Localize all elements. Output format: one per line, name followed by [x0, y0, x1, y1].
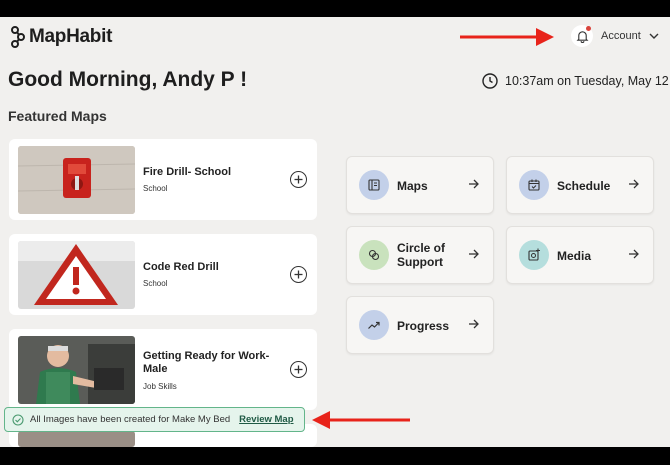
plus-icon: [294, 365, 303, 374]
account-menu-button[interactable]: Account: [601, 30, 659, 42]
current-datetime: 10:37am on Tuesday, May 12: [482, 73, 669, 89]
maps-tile[interactable]: Maps: [346, 156, 494, 214]
check-circle-icon: [12, 413, 24, 426]
card-category: Job Skills: [143, 382, 177, 391]
arrow-right-icon: [629, 179, 639, 189]
tile-label: Circle of Support: [397, 241, 446, 269]
arrow-right-icon: [469, 319, 479, 329]
toast-message: All Images have been created for Make My…: [30, 414, 231, 425]
media-tile[interactable]: Media: [506, 226, 654, 284]
schedule-tile[interactable]: Schedule: [506, 156, 654, 214]
annotation-arrow-bell: [460, 28, 554, 46]
annotation-arrow-toast: [312, 411, 410, 429]
featured-map-card[interactable]: Getting Ready for Work-Male Job Skills: [9, 329, 317, 410]
add-map-button[interactable]: [290, 171, 307, 188]
card-thumbnail: [18, 431, 135, 447]
add-map-button[interactable]: [290, 361, 307, 378]
maphabit-logo-icon: [11, 26, 25, 48]
arrow-right-icon: [629, 249, 639, 259]
card-title: Fire Drill- School: [143, 166, 232, 178]
progress-tile[interactable]: Progress: [346, 296, 494, 354]
people-icon: [359, 240, 389, 270]
plus-icon: [294, 270, 303, 279]
greeting-heading: Good Morning, Andy P !: [8, 68, 248, 91]
notification-badge: [586, 26, 591, 31]
featured-map-card[interactable]: Code Red Drill School: [9, 234, 317, 315]
datetime-text: 10:37am on Tuesday, May 12: [505, 74, 669, 88]
account-label: Account: [601, 30, 641, 42]
tile-label: Schedule: [557, 179, 611, 193]
fire-alarm-thumbnail: [18, 146, 135, 214]
trend-up-icon: [359, 310, 389, 340]
card-title: Code Red Drill: [143, 261, 219, 273]
plus-icon: [294, 175, 303, 184]
card-title: Getting Ready for Work-Male: [143, 350, 270, 375]
tile-label: Media: [557, 249, 592, 263]
arrow-right-icon: [469, 179, 479, 189]
card-category: School: [143, 279, 168, 288]
warning-sign-thumbnail: [18, 241, 135, 309]
book-icon: [359, 170, 389, 200]
chevron-down-icon: [649, 33, 659, 39]
maphabit-logo[interactable]: MapHabit: [10, 26, 112, 48]
card-category: School: [143, 184, 168, 193]
review-map-link[interactable]: Review Map: [239, 414, 293, 425]
arrow-right-icon: [469, 249, 479, 259]
notification-bell-button[interactable]: [571, 25, 593, 47]
circle-of-support-tile[interactable]: Circle of Support: [346, 226, 494, 284]
tile-label: Progress: [397, 319, 450, 333]
calendar-icon: [519, 170, 549, 200]
clock-icon: [482, 73, 498, 89]
tile-label: Maps: [397, 179, 428, 193]
bell-icon: [576, 30, 588, 43]
top-letterbox-bar: [0, 0, 670, 17]
worker-photo-thumbnail: [18, 336, 135, 404]
logo-text: MapHabit: [29, 26, 113, 47]
success-toast: All Images have been created for Make My…: [4, 407, 305, 432]
image-add-icon: [519, 240, 549, 270]
featured-maps-title: Featured Maps: [8, 108, 107, 124]
add-map-button[interactable]: [290, 266, 307, 283]
bottom-letterbox-bar: [0, 447, 670, 465]
featured-map-card[interactable]: Fire Drill- School School: [9, 139, 317, 220]
